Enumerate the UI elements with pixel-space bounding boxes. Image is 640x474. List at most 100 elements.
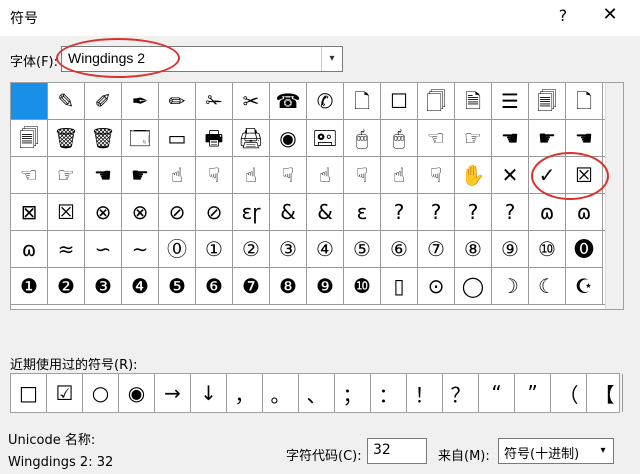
chevron-down-icon[interactable]: ▾ — [595, 439, 611, 463]
symbol-cell[interactable]: ☎ — [270, 83, 307, 120]
symbol-cell[interactable]: ✂ — [233, 83, 270, 120]
symbol-cell[interactable]: ◉ — [270, 120, 307, 157]
symbol-cell[interactable]: 🗎 — [455, 83, 492, 120]
symbol-cell[interactable]: 🗐 — [529, 83, 566, 120]
symbol-cell[interactable]: ☜ — [11, 157, 48, 194]
symbol-cell[interactable]: ☾ — [529, 268, 566, 305]
symbol-cell[interactable]: & — [307, 194, 344, 231]
symbol-cell[interactable]: 🗋 — [566, 83, 603, 120]
grid-scrollbar[interactable] — [605, 83, 623, 309]
symbol-cell[interactable]: ▭ — [159, 120, 196, 157]
symbol-cell[interactable]: ☝ — [233, 157, 270, 194]
symbol-cell[interactable]: ☟ — [196, 157, 233, 194]
recent-symbol-cell[interactable]: → — [155, 374, 191, 412]
chevron-down-icon[interactable]: ▾ — [321, 47, 342, 71]
symbol-cell[interactable]: ∽ — [85, 231, 122, 268]
symbol-cell[interactable]: ◯ — [455, 268, 492, 305]
symbol-cell[interactable]: ❸ — [85, 268, 122, 305]
symbol-cell[interactable]: ④ — [307, 231, 344, 268]
help-button[interactable]: ? — [553, 6, 573, 25]
symbol-cell[interactable]: ❽ — [270, 268, 307, 305]
symbol-cell[interactable]: ɷ — [529, 194, 566, 231]
symbol-cell[interactable]: ☰ — [492, 83, 529, 120]
recent-symbol-cell[interactable]: “ — [479, 374, 515, 412]
symbol-cell[interactable]: ✓ — [529, 157, 566, 194]
symbol-cell[interactable]: ⊠ — [11, 194, 48, 231]
symbol-cell[interactable]: ☐ — [381, 83, 418, 120]
symbol-cell[interactable]: ✐ — [85, 83, 122, 120]
symbol-cell[interactable]: ③ — [270, 231, 307, 268]
symbol-cell[interactable]: ☟ — [344, 157, 381, 194]
symbol-cell[interactable]: & — [270, 194, 307, 231]
recent-symbol-cell[interactable]: ！ — [407, 374, 443, 412]
symbol-cell[interactable]: ② — [233, 231, 270, 268]
symbol-cell[interactable]: ≈ — [48, 231, 85, 268]
symbol-cell[interactable]: 🖱 — [381, 120, 418, 157]
symbol-cell[interactable]: ☞ — [455, 120, 492, 157]
recent-symbol-cell[interactable]: 。 — [263, 374, 299, 412]
symbol-cell[interactable]: ☚ — [492, 120, 529, 157]
recent-symbol-cell[interactable]: ○ — [83, 374, 119, 412]
symbol-cell[interactable]: ☝ — [307, 157, 344, 194]
recent-symbol-cell[interactable]: ， — [227, 374, 263, 412]
symbol-cell[interactable]: ☞ — [48, 157, 85, 194]
symbol-cell[interactable]: ❹ — [122, 268, 159, 305]
symbol-cell[interactable]: ⊗ — [85, 194, 122, 231]
symbol-cell[interactable]: ⊘ — [159, 194, 196, 231]
symbol-cell[interactable]: ? — [492, 194, 529, 231]
font-select[interactable]: Wingdings 2 ▾ — [61, 46, 343, 72]
symbol-cell[interactable]: 🗑 — [85, 120, 122, 157]
recent-symbol-cell[interactable]: 、 — [299, 374, 335, 412]
symbol-cell[interactable]: ☒ — [48, 194, 85, 231]
symbol-cell[interactable]: ? — [381, 194, 418, 231]
symbol-cell[interactable]: ɷ — [11, 231, 48, 268]
symbol-cell[interactable]: ☚ — [566, 120, 603, 157]
symbol-cell[interactable]: 🗋 — [344, 83, 381, 120]
symbol-cell[interactable]: ❼ — [233, 268, 270, 305]
symbol-cell[interactable]: ☝ — [381, 157, 418, 194]
symbol-cell[interactable]: ✁ — [196, 83, 233, 120]
recent-symbol-cell[interactable]: ： — [371, 374, 407, 412]
symbol-cell[interactable]: ① — [196, 231, 233, 268]
symbol-cell[interactable]: ☽ — [492, 268, 529, 305]
recent-symbol-cell[interactable]: ◉ — [119, 374, 155, 412]
symbol-cell[interactable]: ? — [455, 194, 492, 231]
symbol-cell[interactable]: 🖶 — [196, 120, 233, 157]
char-code-input[interactable]: 32 — [367, 438, 427, 464]
symbol-cell[interactable]: 🖨 — [233, 120, 270, 157]
symbol-cell[interactable]: 🖱 — [344, 120, 381, 157]
symbol-cell[interactable]: ☪ — [566, 268, 603, 305]
symbol-cell[interactable]: ☟ — [270, 157, 307, 194]
symbol-cell[interactable]: ▯ — [381, 268, 418, 305]
symbol-cell[interactable]: 🗑 — [48, 120, 85, 157]
symbol-cell[interactable]: ☛ — [529, 120, 566, 157]
symbol-cell[interactable]: ✎ — [48, 83, 85, 120]
symbol-cell[interactable]: ⑩ — [529, 231, 566, 268]
recent-symbol-cell[interactable]: ？ — [443, 374, 479, 412]
symbol-cell[interactable]: ⑥ — [381, 231, 418, 268]
from-select[interactable]: 符号(十进制) ▾ — [498, 438, 614, 464]
symbol-cell[interactable]: ⊙ — [418, 268, 455, 305]
symbol-cell[interactable]: ɛɼ — [233, 194, 270, 231]
symbol-cell[interactable]: ✆ — [307, 83, 344, 120]
symbol-cell[interactable]: ⑧ — [455, 231, 492, 268]
symbol-cell[interactable]: ☟ — [418, 157, 455, 194]
symbol-cell[interactable]: ❾ — [307, 268, 344, 305]
recent-symbol-cell[interactable]: 【 — [587, 374, 623, 412]
symbol-cell[interactable]: ɛ — [344, 194, 381, 231]
symbol-cell[interactable] — [11, 83, 48, 120]
symbol-cell[interactable]: ⓪ — [159, 231, 196, 268]
recent-symbol-cell[interactable]: □ — [11, 374, 47, 412]
symbol-cell[interactable]: ⑨ — [492, 231, 529, 268]
symbol-cell[interactable]: ❶ — [11, 268, 48, 305]
symbol-cell[interactable]: ✋ — [455, 157, 492, 194]
recent-symbol-cell[interactable]: （ — [551, 374, 587, 412]
symbol-cell[interactable]: ❷ — [48, 268, 85, 305]
symbol-cell[interactable]: ☒ — [566, 157, 603, 194]
symbol-cell[interactable]: ⊘ — [196, 194, 233, 231]
symbol-cell[interactable]: 🗐 — [11, 120, 48, 157]
recent-symbol-cell[interactable]: ” — [515, 374, 551, 412]
symbol-cell[interactable]: ɷ — [566, 194, 603, 231]
recent-symbol-cell[interactable]: ； — [335, 374, 371, 412]
symbol-cell[interactable]: ? — [418, 194, 455, 231]
